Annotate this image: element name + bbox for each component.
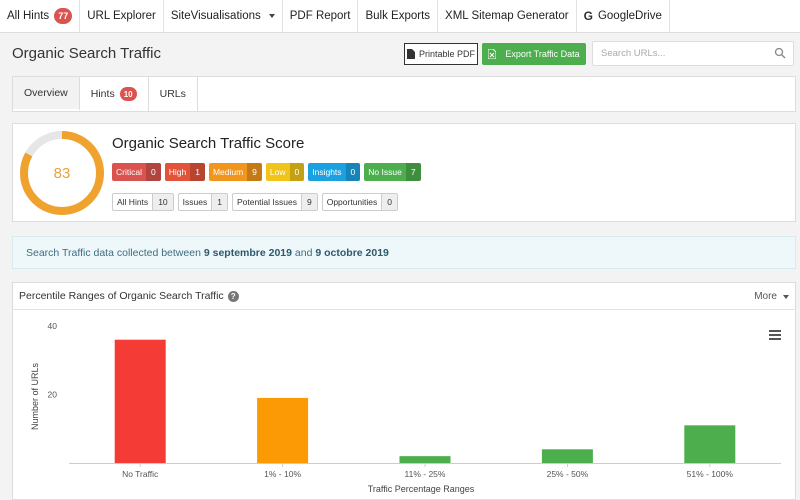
severity-low[interactable]: Low 0 <box>265 163 305 181</box>
severity-count: 0 <box>289 163 305 181</box>
spreadsheet-icon <box>488 49 497 59</box>
issue-count: 10 <box>152 194 173 210</box>
issue-count: 0 <box>381 194 398 210</box>
tab-bar: Overview Hints 10 URLs <box>12 76 796 112</box>
x-tick-label: 25% - 50% <box>547 469 589 479</box>
x-tick-label: 11% - 25% <box>405 469 446 479</box>
issue-count: 1 <box>211 194 227 210</box>
score-value: 83 <box>53 164 71 182</box>
export-traffic-label: Export Traffic Data <box>505 49 580 59</box>
nav-bulk-exports[interactable]: Bulk Exports <box>358 0 439 32</box>
issue-label: Issues <box>182 197 208 207</box>
x-tick-label: No Traffic <box>122 469 159 479</box>
hamburger-menu-icon[interactable] <box>769 330 781 341</box>
info-prefix: Search Traffic data collected between <box>26 246 201 259</box>
y-axis-title: Number of URLs <box>30 362 40 430</box>
chart-bar <box>257 397 309 463</box>
help-icon[interactable]: ? <box>227 290 239 302</box>
nav-site-visualisations[interactable]: SiteVisualisations <box>164 0 283 32</box>
issue-all-hints[interactable]: All Hints 10 <box>112 193 174 211</box>
severity-count: 0 <box>145 163 161 181</box>
tab-hints[interactable]: Hints 10 <box>80 77 149 111</box>
y-tick-label: 40 <box>48 321 58 331</box>
nav-all-hints[interactable]: All Hints 77 <box>0 0 81 32</box>
search-icon[interactable] <box>774 47 786 59</box>
info-start-date: 9 septembre 2019 <box>203 246 292 259</box>
google-icon: G <box>583 9 593 23</box>
severity-count: 9 <box>247 163 262 181</box>
severity-critical[interactable]: Critical 0 <box>112 163 161 181</box>
severity-badges: Critical 0 High 1 Medium 9 Low 0 Insight… <box>112 163 421 181</box>
severity-label: Low <box>269 167 286 177</box>
score-title: Organic Search Traffic Score <box>112 135 305 152</box>
nav-xml-sitemap[interactable]: XML Sitemap Generator <box>438 0 577 32</box>
traffic-bar-chart: 20 40 No Traffic 1% - 10% 11% - 25% 25% - 50%… <box>30 321 781 494</box>
severity-count: 7 <box>405 163 421 181</box>
export-traffic-button[interactable]: Export Traffic Data <box>482 43 586 65</box>
date-range-info: Search Traffic data collected between 9 … <box>12 236 796 269</box>
nav-all-hints-label: All Hints <box>7 10 50 22</box>
severity-label: Insights <box>312 167 342 177</box>
top-nav: All Hints 77 URL Explorer SiteVisualisat… <box>0 0 800 33</box>
chevron-down-icon <box>268 14 275 18</box>
x-tick-label: 51% - 100% <box>687 469 734 479</box>
issue-issues[interactable]: Issues 1 <box>177 193 228 211</box>
severity-label: Medium <box>212 167 244 177</box>
y-tick-label: 20 <box>48 390 58 400</box>
chart-bar <box>684 425 736 463</box>
search-input[interactable] <box>593 42 763 65</box>
info-and: and <box>294 246 313 259</box>
issue-count: 9 <box>300 194 317 210</box>
severity-no-issue[interactable]: No Issue 7 <box>364 163 421 181</box>
printable-pdf-label: Printable PDF <box>418 49 476 59</box>
more-dropdown[interactable]: More <box>754 283 789 310</box>
nav-site-visualisations-label: SiteVisualisations <box>170 10 261 22</box>
hints-count-badge: 10 <box>119 87 137 101</box>
search-box <box>592 41 794 66</box>
more-label: More <box>754 291 777 302</box>
chevron-down-icon <box>783 294 789 299</box>
issue-potential-issues[interactable]: Potential Issues 9 <box>231 193 318 211</box>
chart-panel-title: Percentile Ranges of Organic Search Traf… <box>19 290 224 302</box>
tab-urls[interactable]: URLs <box>149 77 198 111</box>
chart-bar <box>541 449 593 463</box>
severity-count: 1 <box>190 163 205 181</box>
severity-insights[interactable]: Insights 0 <box>308 163 361 181</box>
chart-bar <box>114 339 166 463</box>
chart-panel: Percentile Ranges of Organic Search Traf… <box>12 282 796 500</box>
severity-count: 0 <box>345 163 361 181</box>
x-axis-title: Traffic Percentage Ranges <box>368 484 475 494</box>
severity-high[interactable]: High 1 <box>164 163 205 181</box>
info-end-date: 9 octobre 2019 <box>315 246 389 259</box>
issue-label: Opportunities <box>326 197 378 207</box>
chart-bar <box>399 456 451 463</box>
nav-pdf-report[interactable]: PDF Report <box>283 0 359 32</box>
x-tick-label: 1% - 10% <box>264 469 301 479</box>
document-icon <box>406 49 415 59</box>
severity-medium[interactable]: Medium 9 <box>208 163 262 181</box>
nav-google-drive-label: GoogleDrive <box>597 10 662 22</box>
nav-url-explorer[interactable]: URL Explorer <box>80 0 164 32</box>
severity-label: High <box>168 167 187 177</box>
tab-hints-label: Hints <box>90 88 115 100</box>
page-title: Organic Search Traffic <box>12 45 161 62</box>
nav-google-drive[interactable]: G GoogleDrive <box>577 0 670 32</box>
printable-pdf-button[interactable]: Printable PDF <box>404 43 478 65</box>
issue-label: Potential Issues <box>236 197 297 207</box>
issue-label: All Hints <box>117 197 149 207</box>
severity-label: Critical <box>116 167 142 177</box>
all-hints-count-badge: 77 <box>54 8 73 24</box>
severity-label: No Issue <box>368 167 402 177</box>
chart-header: Percentile Ranges of Organic Search Traf… <box>13 283 795 310</box>
score-panel: 83 Organic Search Traffic Score Critical… <box>12 123 796 222</box>
issue-opportunities[interactable]: Opportunities 0 <box>321 193 399 211</box>
issue-badges: All Hints 10 Issues 1 Potential Issues 9… <box>112 193 399 211</box>
tab-overview[interactable]: Overview <box>13 77 80 111</box>
